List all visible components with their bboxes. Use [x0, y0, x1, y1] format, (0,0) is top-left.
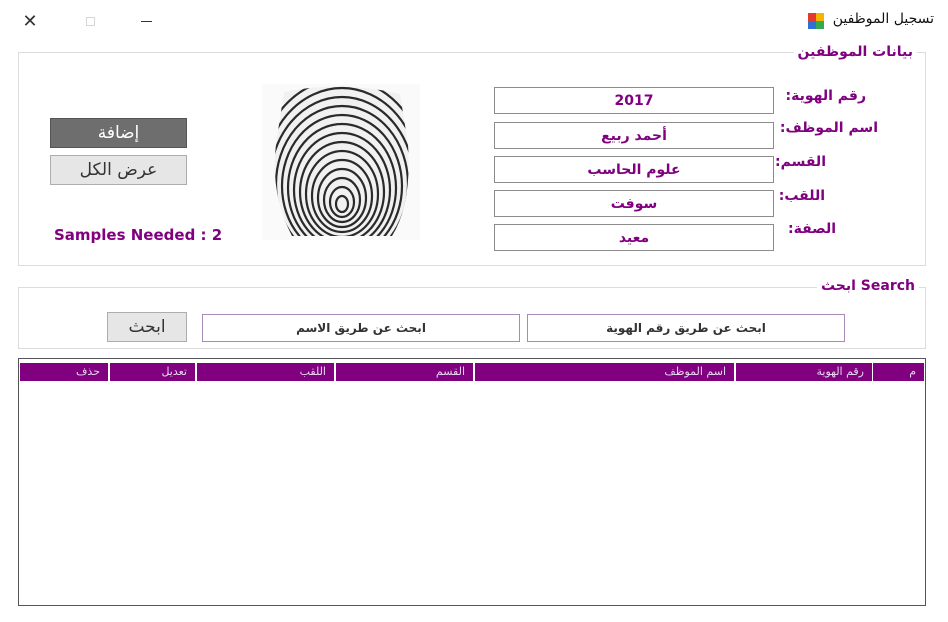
title-field[interactable]: سوفت	[494, 190, 774, 217]
fingerprint-image	[262, 84, 420, 240]
employee-group-title: بيانات الموظفين	[793, 44, 917, 60]
id-field[interactable]: 2017	[494, 87, 774, 114]
column-header-department[interactable]: القسم	[334, 363, 473, 381]
close-icon: ✕	[22, 10, 38, 32]
samples-needed-text: Samples Needed : 2	[54, 226, 223, 244]
position-label: الصفة:	[787, 221, 836, 237]
employees-grid[interactable]: م رقم الهوية اسم الموظف القسم اللقب تعدي…	[18, 358, 926, 606]
grid-header: م رقم الهوية اسم الموظف القسم اللقب تعدي…	[20, 363, 924, 381]
minimize-icon	[140, 20, 152, 22]
search-button[interactable]: ابحث	[107, 312, 187, 342]
search-by-id-input[interactable]: ابحث عن طريق رقم الهوية	[527, 314, 845, 342]
app-icon	[808, 13, 824, 29]
column-header-edit[interactable]: تعديل	[108, 363, 195, 381]
add-button[interactable]: إضافة	[50, 118, 187, 148]
department-label: القسم:	[775, 154, 826, 170]
search-by-name-input[interactable]: ابحث عن طريق الاسم	[202, 314, 520, 342]
maximize-icon	[85, 16, 95, 26]
show-all-button[interactable]: عرض الكل	[50, 155, 187, 185]
name-label: اسم الموظف:	[779, 120, 878, 136]
minimize-button[interactable]	[126, 6, 166, 36]
close-button[interactable]: ✕	[10, 6, 50, 36]
name-field[interactable]: أحمد ربيع	[494, 122, 774, 149]
id-label: رقم الهوية:	[785, 88, 867, 104]
maximize-button[interactable]	[70, 6, 110, 36]
column-header-delete[interactable]: حذف	[20, 363, 108, 381]
department-field[interactable]: علوم الحاسب	[494, 156, 774, 183]
position-field[interactable]: معيد	[494, 224, 774, 251]
title-bar: ✕ تسجيل الموظفين	[0, 0, 948, 42]
column-header-number[interactable]: م	[872, 363, 924, 381]
search-group-title: ابحث Search	[816, 278, 919, 294]
column-header-name[interactable]: اسم الموظف	[473, 363, 734, 381]
column-header-id[interactable]: رقم الهوية	[734, 363, 872, 381]
title-label: اللقب:	[778, 188, 825, 204]
window-title: تسجيل الموظفين	[832, 11, 934, 27]
column-header-title[interactable]: اللقب	[195, 363, 334, 381]
